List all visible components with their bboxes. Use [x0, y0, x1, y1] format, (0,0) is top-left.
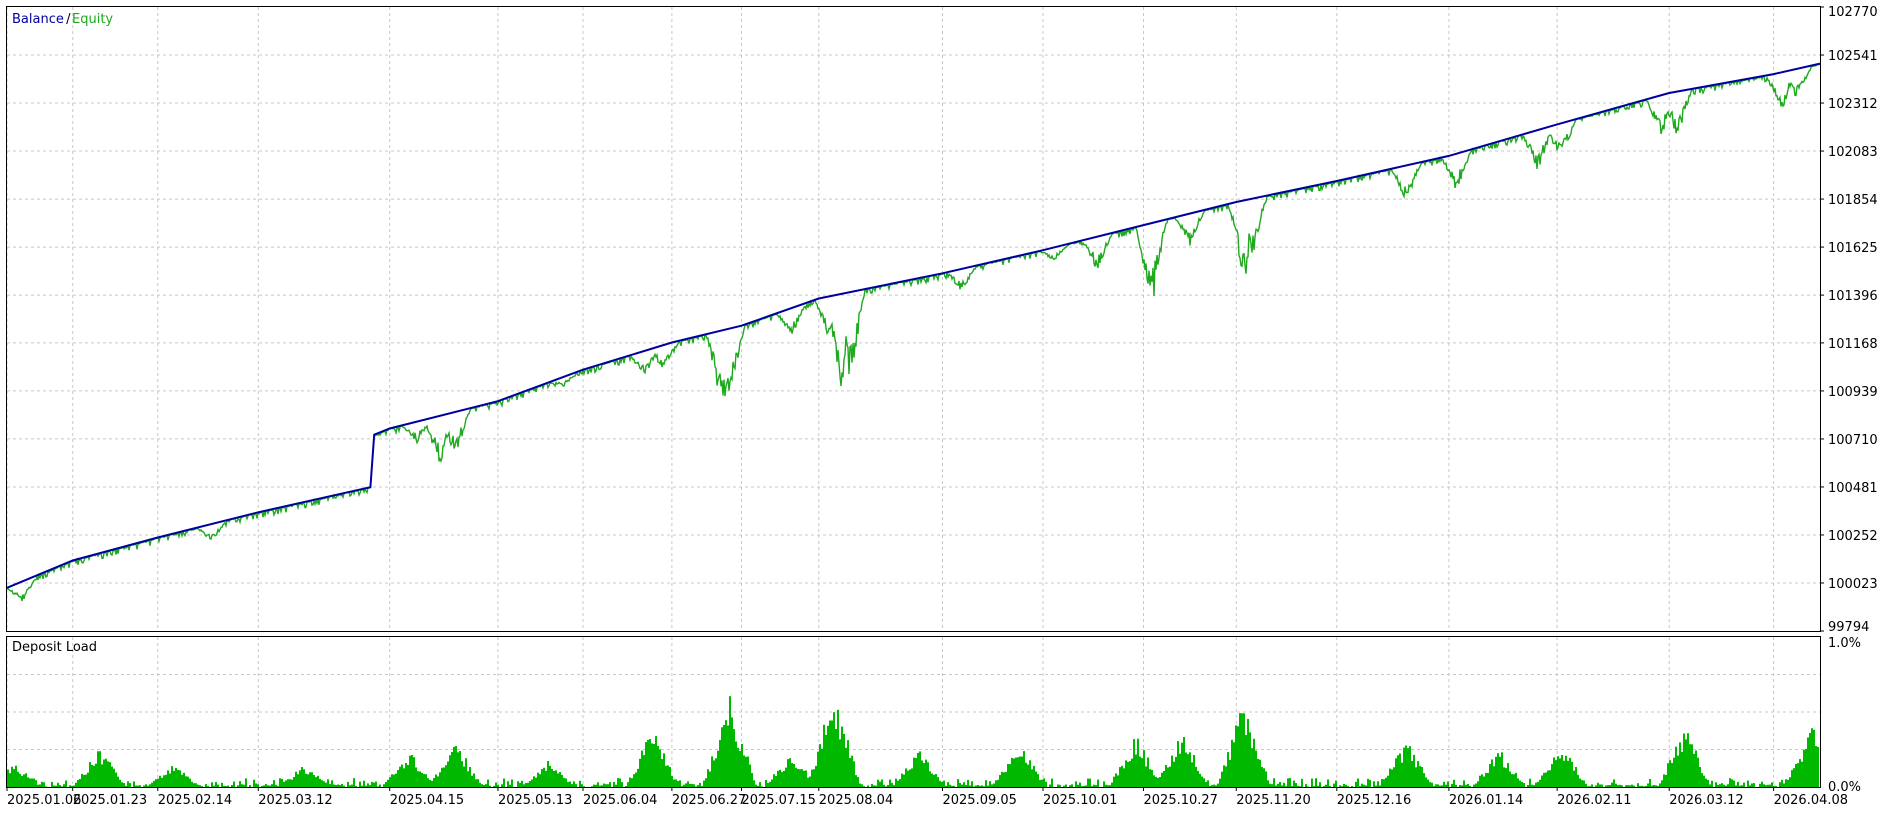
y-tick-label: 101854 — [1828, 193, 1878, 208]
x-tick-label: 2025.11.20 — [1236, 793, 1310, 808]
x-tick-label: 2025.10.27 — [1144, 793, 1218, 808]
x-tick-label: 2025.06.04 — [583, 793, 657, 808]
x-tick-label: 2025.10.01 — [1043, 793, 1117, 808]
y-tick-label: 102312 — [1828, 97, 1878, 112]
x-tick-label: 2026.02.11 — [1557, 793, 1631, 808]
x-tick-label: 2025.02.14 — [158, 793, 232, 808]
y-tick-label: 101168 — [1828, 337, 1878, 352]
x-tick-label: 2025.01.06 — [7, 793, 81, 808]
x-tick-label: 2025.07.15 — [741, 793, 815, 808]
y-tick-label: 101625 — [1828, 241, 1878, 256]
chart-frames — [6, 6, 1821, 788]
load-layer — [7, 696, 1819, 787]
y-tick-label: 100023 — [1828, 577, 1878, 592]
x-tick-label: 2025.04.15 — [390, 793, 464, 808]
deposit-load-title: Deposit Load — [12, 640, 97, 655]
x-tick-label: 2026.01.14 — [1449, 793, 1523, 808]
x-tick-label: 2025.03.12 — [258, 793, 332, 808]
y-tick-label: 100481 — [1828, 481, 1878, 496]
chart-container: 102770 102541 102312 102083 101854 101625 1013… — [0, 0, 1884, 811]
load-y-tick-label: 1.0% — [1828, 636, 1861, 651]
y-tick-label: 99794 — [1828, 620, 1869, 635]
y-tick-label: 102541 — [1828, 49, 1878, 64]
y-tick-label: 102770 — [1828, 5, 1878, 20]
x-tick-label: 2026.03.12 — [1669, 793, 1743, 808]
x-tick-label: 2025.09.05 — [942, 793, 1016, 808]
equity-line — [6, 63, 1821, 602]
x-tick-label: 2025.05.13 — [498, 793, 572, 808]
legend: Balance / Equity — [12, 12, 113, 27]
x-tick-label: 2025.01.23 — [73, 793, 147, 808]
equity-layer — [6, 63, 1821, 602]
y-tick-label: 100710 — [1828, 433, 1878, 448]
y-tick-label: 100252 — [1828, 529, 1878, 544]
main-grid — [6, 7, 1820, 631]
legend-balance-label: Balance — [12, 12, 64, 27]
y-tick-label: 101396 — [1828, 289, 1878, 304]
main-plot-frame — [6, 6, 1821, 632]
x-tick-label: 2025.12.16 — [1337, 793, 1411, 808]
x-tick-label: 2026.04.08 — [1774, 793, 1848, 808]
x-tick-label: 2025.06.27 — [672, 793, 746, 808]
y-axis: 102770 102541 102312 102083 101854 101625 1013… — [1820, 5, 1878, 795]
legend-equity-label: Equity — [72, 12, 113, 27]
x-axis: 2025.01.062025.01.23 2025.02.14 2025.03.12… — [6, 787, 1848, 808]
balance-equity-chart: 102770 102541 102312 102083 101854 101625 1013… — [6, 5, 1878, 808]
x-tick-label: 2025.08.04 — [819, 793, 893, 808]
y-tick-label: 102083 — [1828, 145, 1878, 160]
y-tick-label: 100939 — [1828, 385, 1878, 400]
